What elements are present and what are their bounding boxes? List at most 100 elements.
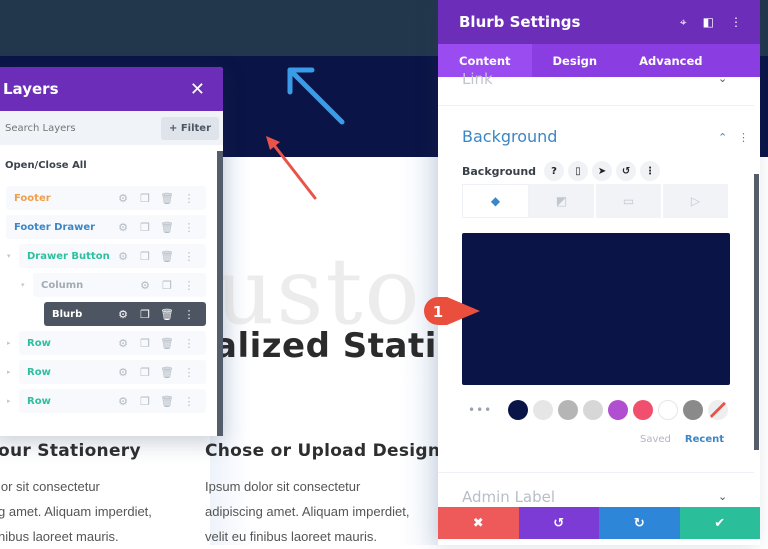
more-icon[interactable]: ⋮ bbox=[178, 250, 200, 263]
action-bar: ✖ ↺ ↻ ✔ bbox=[438, 507, 760, 539]
chevron-up-icon[interactable]: ⌃ bbox=[718, 131, 727, 144]
trash-icon[interactable]: 🗑 bbox=[156, 395, 178, 408]
chevron-down-icon[interactable]: ⌄ bbox=[718, 72, 727, 85]
caret-right-icon[interactable]: ▸ bbox=[7, 397, 11, 405]
color-swatch[interactable] bbox=[508, 400, 528, 420]
caret-right-icon[interactable]: ▸ bbox=[7, 368, 11, 376]
gradient-icon[interactable]: ◩ bbox=[529, 184, 596, 218]
trash-icon[interactable]: 🗑 bbox=[156, 366, 178, 379]
layer-actions: ⚙ ❐ 🗑 ⋮ bbox=[112, 337, 200, 350]
duplicate-icon[interactable]: ❐ bbox=[134, 250, 156, 263]
layer-item[interactable]: Row ⚙ ❐ 🗑 ⋮ bbox=[19, 360, 206, 384]
more-icon[interactable]: ⋮ bbox=[178, 395, 200, 408]
chevron-down-icon[interactable]: ⌄ bbox=[718, 490, 727, 503]
gear-icon[interactable]: ⚙ bbox=[112, 366, 134, 379]
gear-icon[interactable]: ⚙ bbox=[112, 192, 134, 205]
gear-icon[interactable]: ⚙ bbox=[112, 395, 134, 408]
duplicate-icon[interactable]: ❐ bbox=[156, 279, 178, 292]
mobile-icon[interactable]: ▯ bbox=[568, 161, 589, 181]
filter-button[interactable]: + Filter bbox=[160, 116, 219, 140]
tab-design[interactable]: Design bbox=[532, 44, 619, 77]
layer-item[interactable]: Blurb ⚙ ❐ 🗑 ⋮ bbox=[44, 302, 206, 326]
text-line: nibus laoreet mauris. bbox=[0, 529, 119, 544]
gear-icon[interactable]: ⚙ bbox=[112, 250, 134, 263]
redo-button[interactable]: ↻ bbox=[599, 507, 680, 539]
trash-icon[interactable]: 🗑 bbox=[156, 337, 178, 350]
settings-scrollbar[interactable] bbox=[754, 174, 759, 450]
undo-button[interactable]: ↺ bbox=[518, 507, 599, 539]
cancel-button[interactable]: ✖ bbox=[438, 507, 519, 539]
layer-item[interactable]: Footer Drawer ⚙ ❐ 🗑 ⋮ bbox=[6, 215, 206, 239]
duplicate-icon[interactable]: ❐ bbox=[134, 337, 156, 350]
image-icon[interactable]: ▭ bbox=[596, 184, 663, 218]
trash-icon[interactable]: 🗑 bbox=[156, 192, 178, 205]
clear-color-swatch[interactable] bbox=[708, 400, 728, 420]
duplicate-icon[interactable]: ❐ bbox=[134, 395, 156, 408]
layer-label: Footer bbox=[14, 192, 51, 204]
admin-label-section-toggle[interactable]: Admin Label bbox=[462, 488, 555, 506]
saved-colors-link[interactable]: Saved bbox=[640, 434, 671, 445]
gear-icon[interactable]: ⚙ bbox=[112, 221, 134, 234]
color-swatch[interactable] bbox=[658, 400, 678, 420]
duplicate-icon[interactable]: ❐ bbox=[134, 366, 156, 379]
color-swatch[interactable] bbox=[608, 400, 628, 420]
gear-icon[interactable]: ⚙ bbox=[112, 308, 134, 321]
more-icon[interactable]: ⋮ bbox=[178, 308, 200, 321]
text-line: adipiscing amet. Aliquam imperdiet, bbox=[205, 504, 410, 519]
recent-colors-link[interactable]: Recent bbox=[685, 434, 724, 445]
layer-item[interactable]: Footer ⚙ ❐ 🗑 ⋮ bbox=[6, 186, 206, 210]
trash-icon[interactable]: 🗑 bbox=[156, 250, 178, 263]
more-icon[interactable]: ⋮ bbox=[178, 337, 200, 350]
column-heading-1: our Stationery bbox=[0, 441, 141, 461]
more-icon[interactable]: ⋮ bbox=[178, 221, 200, 234]
color-swatch[interactable] bbox=[583, 400, 603, 420]
more-icon[interactable]: ⋮ bbox=[178, 366, 200, 379]
duplicate-icon[interactable]: ❐ bbox=[134, 192, 156, 205]
tab-advanced[interactable]: Advanced bbox=[618, 44, 723, 77]
more-swatches-icon[interactable]: ••• bbox=[468, 403, 508, 417]
duplicate-icon[interactable]: ❐ bbox=[134, 221, 156, 234]
column-text-1: lor sit consectetur g amet. Aliquam impe… bbox=[0, 474, 152, 549]
focus-icon[interactable]: ⌖ bbox=[680, 15, 687, 30]
more-icon[interactable]: ⋮ bbox=[178, 192, 200, 205]
layer-item[interactable]: Row ⚙ ❐ 🗑 ⋮ bbox=[19, 331, 206, 355]
more-icon[interactable]: ⋮ bbox=[738, 131, 749, 144]
help-icon[interactable]: ? bbox=[544, 161, 565, 181]
color-fill-icon[interactable]: ◆ bbox=[462, 184, 529, 218]
column-text-2: Ipsum dolor sit consectetur adipiscing a… bbox=[205, 474, 410, 549]
trash-icon[interactable]: 🗑 bbox=[156, 308, 178, 321]
reset-icon[interactable]: ↺ bbox=[616, 161, 637, 181]
color-swatch[interactable] bbox=[558, 400, 578, 420]
gear-icon[interactable]: ⚙ bbox=[134, 279, 156, 292]
more-icon[interactable]: ⋮ bbox=[730, 15, 742, 30]
caret-down-icon[interactable]: ▾ bbox=[7, 252, 11, 260]
caret-right-icon[interactable]: ▸ bbox=[7, 339, 11, 347]
more-icon[interactable]: ⋮ bbox=[178, 279, 200, 292]
background-label-row: Background ? ▯ ➤ ↺ ⋮ bbox=[462, 161, 661, 181]
color-picker-preview[interactable] bbox=[462, 233, 730, 385]
video-icon[interactable]: ▷ bbox=[663, 184, 730, 218]
more-icon[interactable]: ⋮ bbox=[640, 161, 661, 181]
save-button[interactable]: ✔ bbox=[679, 507, 760, 539]
gear-icon[interactable]: ⚙ bbox=[112, 337, 134, 350]
link-section-toggle[interactable]: Link bbox=[462, 70, 493, 88]
color-swatch[interactable] bbox=[533, 400, 553, 420]
layers-scrollbar[interactable] bbox=[217, 151, 223, 436]
open-close-all-button[interactable]: Open/Close All bbox=[5, 160, 87, 171]
layer-item[interactable]: Row ⚙ ❐ 🗑 ⋮ bbox=[19, 389, 206, 413]
layer-actions: ⚙ ❐ 🗑 ⋮ bbox=[112, 221, 200, 234]
split-view-icon[interactable]: ◧ bbox=[703, 15, 714, 30]
cursor-icon[interactable]: ➤ bbox=[592, 161, 613, 181]
trash-icon[interactable]: 🗑 bbox=[156, 221, 178, 234]
caret-down-icon[interactable]: ▾ bbox=[21, 281, 25, 289]
duplicate-icon[interactable]: ❐ bbox=[134, 308, 156, 321]
layer-label: Row bbox=[27, 337, 51, 349]
search-layers-input[interactable] bbox=[5, 122, 145, 134]
step-badge: 1 bbox=[424, 297, 480, 325]
layer-item[interactable]: Column ⚙ ❐ ⋮ bbox=[33, 273, 206, 297]
color-swatch[interactable] bbox=[683, 400, 703, 420]
color-swatch[interactable] bbox=[633, 400, 653, 420]
layer-item[interactable]: Drawer Button ⚙ ❐ 🗑 ⋮ bbox=[19, 244, 206, 268]
background-section-title[interactable]: Background bbox=[462, 127, 557, 146]
close-icon[interactable]: ✕ bbox=[190, 79, 205, 100]
